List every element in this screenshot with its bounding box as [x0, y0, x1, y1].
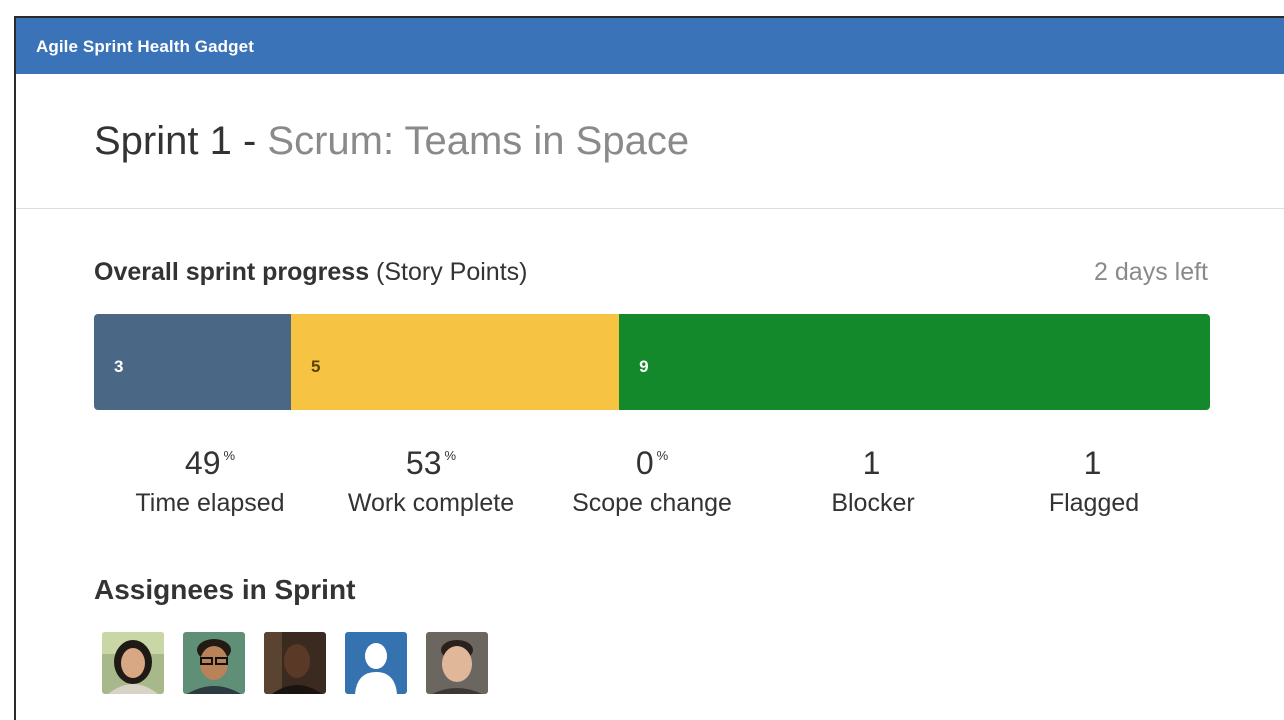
- stat-value: 1: [862, 445, 881, 481]
- stat-label: Work complete: [347, 489, 515, 517]
- days-left: 2 days left: [1094, 258, 1208, 286]
- gadget-title: Agile Sprint Health Gadget: [36, 37, 254, 56]
- assignee-avatars: [102, 632, 488, 694]
- progress-segment-todo[interactable]: 3: [94, 314, 291, 410]
- board-name[interactable]: Scrum: Teams in Space: [267, 119, 689, 163]
- progress-heading-bold: Overall sprint progress: [94, 258, 370, 286]
- sprint-title: Sprint 1 - Scrum: Teams in Space: [94, 119, 689, 164]
- progress-segment-done[interactable]: 9: [619, 314, 1210, 410]
- stat-flagged[interactable]: 1 Flagged: [984, 436, 1204, 518]
- default-avatar-icon: [345, 632, 407, 694]
- stat-value: 0: [635, 445, 654, 481]
- assignee-avatar-4[interactable]: [345, 632, 407, 694]
- stat-unit: %: [444, 448, 457, 463]
- avatar-photo: [264, 632, 326, 694]
- progress-heading-suffix: (Story Points): [369, 258, 528, 286]
- avatar-photo: [183, 632, 245, 694]
- sprint-name[interactable]: Sprint 1 -: [94, 119, 267, 163]
- sprint-header: Sprint 1 - Scrum: Teams in Space: [16, 74, 1284, 209]
- gadget-titlebar: Agile Sprint Health Gadget: [16, 18, 1284, 74]
- stat-blocker[interactable]: 1 Blocker: [763, 436, 983, 518]
- assignees-heading: Assignees in Sprint: [94, 574, 356, 605]
- gadget-panel: Agile Sprint Health Gadget Sprint 1 - Sc…: [14, 16, 1284, 720]
- assignee-avatar-1[interactable]: [102, 632, 164, 694]
- assignee-avatar-5[interactable]: [426, 632, 488, 694]
- stat-scope-change: 0% Scope change: [542, 436, 762, 518]
- progress-segment-in-progress[interactable]: 5: [290, 314, 620, 410]
- assignee-avatar-2[interactable]: [183, 632, 245, 694]
- stat-label: Time elapsed: [135, 489, 285, 517]
- avatar-photo: [426, 632, 488, 694]
- stat-unit: %: [223, 448, 236, 463]
- stat-label: Blocker: [831, 489, 915, 517]
- avatar-photo: [102, 632, 164, 694]
- stat-work-complete: 53% Work complete: [321, 436, 541, 518]
- assignee-avatar-3[interactable]: [264, 632, 326, 694]
- stat-value: 53: [405, 445, 442, 481]
- stat-value: 1: [1083, 445, 1102, 481]
- segment-value: 9: [639, 357, 649, 376]
- stat-label: Flagged: [1048, 489, 1140, 517]
- segment-value: 5: [310, 357, 321, 376]
- progress-heading: Overall sprint progress (Story Points): [94, 258, 527, 287]
- segment-value: 3: [114, 357, 124, 376]
- stat-value: 49: [184, 445, 221, 481]
- sprint-progress-bar: 3 5 9: [94, 314, 1210, 410]
- stat-unit: %: [656, 448, 669, 463]
- stat-label: Scope change: [572, 489, 732, 517]
- stat-time-elapsed: 49% Time elapsed: [100, 436, 320, 518]
